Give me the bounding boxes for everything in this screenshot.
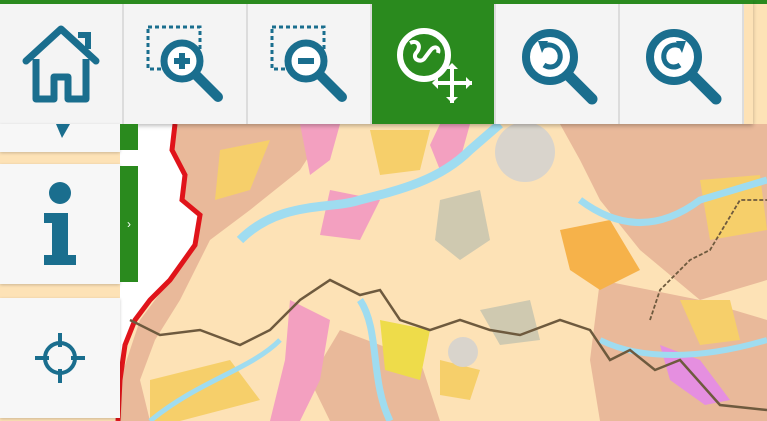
zoom-next-icon	[646, 29, 722, 105]
info-icon	[44, 182, 76, 265]
zoom-in-box-button[interactable]	[124, 4, 248, 124]
locate-button[interactable]	[0, 298, 120, 418]
crosshair-icon	[35, 333, 85, 383]
info-button[interactable]	[0, 164, 120, 284]
zoom-previous-icon	[522, 29, 598, 105]
zoom-out-box-button[interactable]	[248, 4, 372, 124]
layers-icon	[56, 124, 70, 138]
home-icon	[22, 25, 100, 103]
expand-panel-glyph: ›	[127, 217, 131, 231]
side-tab-accent	[120, 124, 138, 150]
pan-button[interactable]	[372, 4, 496, 124]
pan-globe-icon	[397, 28, 472, 103]
zoom-previous-button[interactable]	[496, 4, 620, 124]
zoom-next-button[interactable]	[620, 4, 744, 124]
zoom-in-box-icon	[146, 25, 223, 102]
map-toolbar	[0, 0, 753, 124]
home-button[interactable]	[0, 4, 124, 124]
zoom-out-box-icon	[270, 25, 347, 102]
partial-side-button[interactable]	[0, 124, 120, 152]
expand-panel-tab[interactable]: ›	[120, 166, 138, 282]
